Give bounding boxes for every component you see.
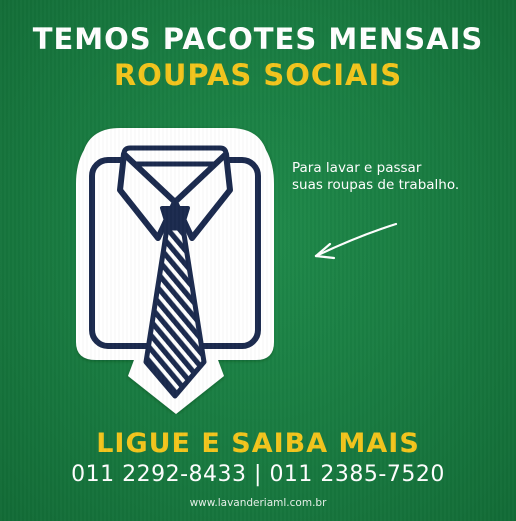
call-to-action: LIGUE E SAIBA MAIS: [96, 428, 420, 459]
advertisement-poster: TEMOS PACOTES MENSAIS ROUPAS SOCIAIS Par…: [0, 0, 516, 521]
caption-line-1: Para lavar e passar: [292, 160, 422, 176]
phone-numbers: 011 2292-8433 | 011 2385-7520: [71, 462, 445, 487]
arrow-left-icon: [308, 218, 400, 269]
shirt-and-tie-icon: [76, 124, 274, 414]
headline-line-1: TEMOS PACOTES MENSAIS: [32, 22, 484, 56]
caption-line-2: suas roupas de trabalho.: [292, 177, 460, 193]
website-link[interactable]: www.lavanderiaml.com.br: [0, 497, 516, 509]
headline-line-2: ROUPAS SOCIAIS: [113, 58, 403, 92]
caption: Para lavar e passar suas roupas de traba…: [292, 160, 512, 194]
